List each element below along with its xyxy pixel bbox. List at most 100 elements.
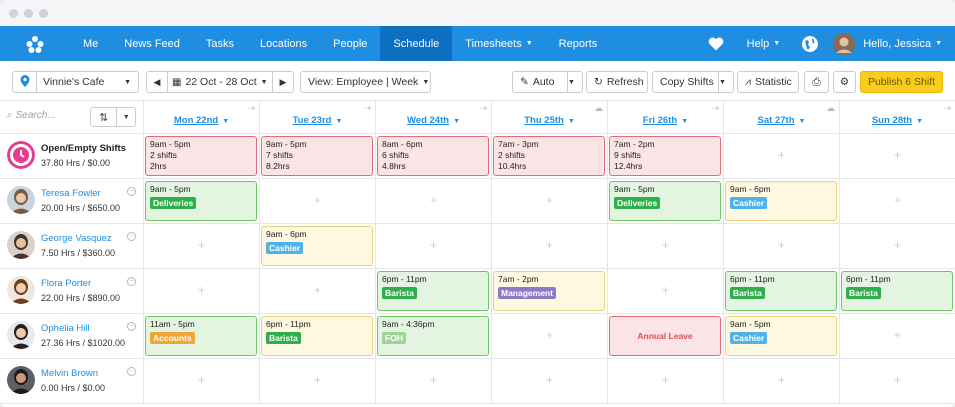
schedule-cell[interactable]: 6pm - 11pm Barista bbox=[260, 314, 376, 358]
schedule-cell[interactable]: 7am - 2pm 9 shifts 12.4hrs bbox=[608, 134, 724, 178]
employee-name[interactable]: Teresa Fowler bbox=[41, 188, 101, 199]
schedule-cell[interactable]: + bbox=[840, 224, 955, 268]
employee-options-icon[interactable]: − bbox=[127, 232, 136, 241]
schedule-cell[interactable]: 9am - 5pm Deliveries bbox=[144, 179, 260, 223]
day-header-button[interactable]: Tue 23rd ▼ bbox=[260, 115, 375, 126]
add-shift-icon[interactable]: + bbox=[144, 238, 259, 252]
schedule-cell[interactable]: + bbox=[608, 224, 724, 268]
schedule-cell[interactable]: + bbox=[144, 359, 260, 403]
schedule-cell[interactable]: + bbox=[608, 269, 724, 313]
window-dot[interactable] bbox=[39, 8, 48, 18]
window-dot[interactable] bbox=[9, 8, 18, 18]
schedule-cell[interactable]: 8am - 6pm 6 shifts 4.8hrs bbox=[376, 134, 492, 178]
schedule-cell[interactable]: + bbox=[260, 359, 376, 403]
add-shift-icon[interactable]: + bbox=[724, 238, 839, 252]
employee-options-icon[interactable]: − bbox=[127, 367, 136, 376]
auto-button[interactable]: ✎ Auto ▼ bbox=[512, 71, 583, 93]
add-shift-icon[interactable]: + bbox=[724, 373, 839, 387]
avatar[interactable] bbox=[827, 32, 861, 55]
day-header-button[interactable]: Fri 26th ▼ bbox=[608, 115, 723, 126]
shift-block[interactable]: 6pm - 11pm Barista bbox=[261, 316, 373, 356]
add-shift-icon[interactable]: + bbox=[376, 238, 491, 252]
schedule-cell[interactable]: 9am - 6pm Cashier bbox=[260, 224, 376, 268]
schedule-cell[interactable]: 7am - 3pm 2 shifts 10.4hrs bbox=[492, 134, 608, 178]
add-shift-icon[interactable]: + bbox=[144, 283, 259, 297]
employee-name[interactable]: Melvin Brown bbox=[41, 368, 98, 379]
add-shift-icon[interactable]: + bbox=[840, 238, 955, 252]
copy-arrow-icon[interactable]: ⇢ bbox=[943, 103, 951, 114]
schedule-cell[interactable]: + bbox=[724, 224, 840, 268]
copy-arrow-icon[interactable]: ⇢ bbox=[247, 103, 255, 114]
copy-arrow-icon[interactable]: ⇢ bbox=[363, 103, 371, 114]
shift-block[interactable]: 11am - 5pm Accounts bbox=[145, 316, 257, 356]
employee-name[interactable]: George Vasquez bbox=[41, 233, 112, 244]
add-shift-icon[interactable]: + bbox=[608, 373, 723, 387]
copy-shifts-button[interactable]: Copy Shifts ▼ bbox=[652, 71, 734, 93]
add-shift-icon[interactable]: + bbox=[840, 373, 955, 387]
schedule-cell[interactable]: + bbox=[492, 224, 608, 268]
day-header-button[interactable]: Sat 27th ▼ bbox=[724, 115, 839, 126]
location-select[interactable]: Vinnie's Cafe ▼ bbox=[12, 71, 139, 93]
schedule-cell[interactable]: 9am - 5pm Deliveries bbox=[608, 179, 724, 223]
heart-icon[interactable] bbox=[698, 37, 734, 51]
employee-options-icon[interactable]: − bbox=[127, 322, 136, 331]
add-shift-icon[interactable]: + bbox=[840, 148, 955, 162]
employee-options-icon[interactable]: − bbox=[127, 277, 136, 286]
shift-block[interactable]: 9am - 4:36pm FOH bbox=[377, 316, 489, 356]
copy-arrow-icon[interactable]: ⇢ bbox=[479, 103, 487, 114]
add-shift-icon[interactable]: + bbox=[376, 373, 491, 387]
shift-block[interactable]: 6pm - 11pm Barista bbox=[725, 271, 837, 311]
copy-arrow-icon[interactable]: ⇢ bbox=[711, 103, 719, 114]
nav-item-news-feed[interactable]: News Feed bbox=[111, 26, 193, 61]
add-shift-icon[interactable]: + bbox=[260, 193, 375, 207]
schedule-cell[interactable]: 9am - 6pm Cashier bbox=[724, 179, 840, 223]
shift-block[interactable]: 6pm - 11pm Barista bbox=[377, 271, 489, 311]
schedule-cell[interactable]: + bbox=[376, 359, 492, 403]
shift-block[interactable]: 6pm - 11pm Barista bbox=[841, 271, 953, 311]
print-button[interactable]: ⎙ bbox=[804, 71, 829, 93]
shift-block[interactable]: 7am - 3pm 2 shifts 10.4hrs bbox=[493, 136, 605, 176]
schedule-cell[interactable]: + bbox=[260, 179, 376, 223]
add-shift-icon[interactable]: + bbox=[608, 238, 723, 252]
add-shift-icon[interactable]: + bbox=[840, 328, 955, 342]
leave-block[interactable]: Annual Leave bbox=[609, 316, 721, 356]
schedule-cell[interactable]: + bbox=[840, 314, 955, 358]
shift-block[interactable]: 9am - 5pm Deliveries bbox=[145, 181, 257, 221]
day-header-button[interactable]: Sun 28th ▼ bbox=[840, 115, 955, 126]
schedule-cell[interactable]: + bbox=[376, 224, 492, 268]
schedule-cell[interactable]: + bbox=[144, 224, 260, 268]
schedule-cell[interactable]: 6pm - 11pm Barista bbox=[840, 269, 955, 313]
schedule-cell[interactable]: + bbox=[724, 359, 840, 403]
schedule-cell[interactable]: + bbox=[260, 269, 376, 313]
shift-block[interactable]: 9am - 5pm 2 shifts 2hrs bbox=[145, 136, 257, 176]
schedule-cell[interactable]: + bbox=[376, 179, 492, 223]
avatar[interactable] bbox=[7, 276, 35, 304]
schedule-cell[interactable]: + bbox=[608, 359, 724, 403]
employee-name[interactable]: Flora Porter bbox=[41, 278, 91, 289]
shift-block[interactable]: 9am - 5pm 7 shifts 8.2hrs bbox=[261, 136, 373, 176]
view-select[interactable]: View: Employee | Week ▼ bbox=[300, 71, 431, 93]
add-shift-icon[interactable]: + bbox=[260, 373, 375, 387]
schedule-cell[interactable]: + bbox=[144, 269, 260, 313]
shift-block[interactable]: 7am - 2pm 9 shifts 12.4hrs bbox=[609, 136, 721, 176]
shift-block[interactable]: 8am - 6pm 6 shifts 4.8hrs bbox=[377, 136, 489, 176]
schedule-cell[interactable]: 6pm - 11pm Barista bbox=[376, 269, 492, 313]
schedule-cell[interactable]: 9am - 5pm 7 shifts 8.2hrs bbox=[260, 134, 376, 178]
add-shift-icon[interactable]: + bbox=[492, 373, 607, 387]
schedule-cell[interactable]: + bbox=[840, 179, 955, 223]
help-menu[interactable]: Help ▼ bbox=[734, 26, 794, 61]
schedule-cell[interactable]: 9am - 4:36pm FOH bbox=[376, 314, 492, 358]
prev-week-button[interactable]: ◀ bbox=[147, 77, 167, 88]
schedule-cell[interactable]: + bbox=[840, 359, 955, 403]
schedule-cell[interactable]: + bbox=[492, 314, 608, 358]
avatar[interactable] bbox=[7, 231, 35, 259]
nav-item-timesheets[interactable]: Timesheets ▼ bbox=[452, 26, 545, 61]
schedule-cell[interactable]: + bbox=[492, 359, 608, 403]
avatar[interactable] bbox=[7, 186, 35, 214]
shift-block[interactable]: 9am - 6pm Cashier bbox=[725, 181, 837, 221]
nav-item-locations[interactable]: Locations bbox=[247, 26, 320, 61]
add-shift-icon[interactable]: + bbox=[492, 238, 607, 252]
schedule-cell[interactable]: + bbox=[492, 179, 608, 223]
add-shift-icon[interactable]: + bbox=[724, 148, 839, 162]
schedule-cell[interactable]: 9am - 5pm 2 shifts 2hrs bbox=[144, 134, 260, 178]
